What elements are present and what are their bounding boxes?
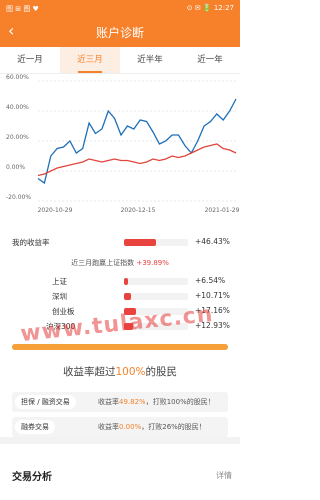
section-divider xyxy=(0,437,240,444)
index-label: 上证 xyxy=(52,277,67,286)
trade-analysis-title: 交易分析 xyxy=(12,472,52,483)
y-tick-label: -20.00% xyxy=(6,194,31,201)
benchmark-text: 近三月跑赢上证指数 +39.89% xyxy=(0,258,240,268)
status-bar: 图 ⊞ 图 ♥ ⊙ ✉ 🔋 12:27 xyxy=(0,0,240,17)
margin-trade-pill: 担保 / 融资交易 xyxy=(15,395,76,409)
index-row: 深圳 +10.71% xyxy=(0,291,240,303)
index-value: +6.54% xyxy=(195,276,226,285)
status-right: ⊙ ✉ 🔋 12:27 xyxy=(186,4,234,12)
index-track xyxy=(124,278,188,285)
benchmark-prefix: 近三月跑赢上证指数 xyxy=(71,259,135,267)
index-label: 深圳 xyxy=(52,292,67,301)
beat-text: 收益率超过100%的股民 xyxy=(0,364,240,379)
tab-6m[interactable]: 近半年 xyxy=(120,47,180,73)
y-tick-label: 20.00% xyxy=(6,134,29,141)
tab-1y[interactable]: 近一年 xyxy=(180,47,240,73)
y-tick-label: 60.00% xyxy=(6,74,29,81)
beat-prefix: 收益率超过 xyxy=(62,366,116,378)
index-bar xyxy=(124,293,132,300)
my-return-bar xyxy=(124,239,156,246)
tab-3m[interactable]: 近三月 xyxy=(60,47,120,73)
index-value: +10.71% xyxy=(195,291,230,300)
page-title: 账户诊断 xyxy=(95,26,144,40)
index-row: 上证 +6.54% xyxy=(0,276,240,288)
desc-prefix: 收益率 xyxy=(98,398,119,406)
desc-suffix: ，打败100%的股民！ xyxy=(145,398,215,406)
y-tick-label: 40.00% xyxy=(6,104,29,111)
margin-trade-desc: 收益率49.82%，打败100%的股民！ xyxy=(98,397,215,407)
period-tabs: 近一月 近三月 近半年 近一年 xyxy=(0,47,240,74)
beat-percent: 100% xyxy=(115,366,146,378)
beat-progress-bar xyxy=(12,344,228,350)
short-sell-pill: 融券交易 xyxy=(15,420,55,434)
y-tick-label: 0.00% xyxy=(6,164,25,171)
x-tick-label: 2020-10-29 xyxy=(38,207,73,214)
my-return-label: 我的收益率 xyxy=(12,238,50,247)
desc-value: 49.82% xyxy=(119,398,146,406)
details-link[interactable]: 详情 xyxy=(216,470,232,481)
desc-suffix: ，打败26%的股民！ xyxy=(141,423,206,431)
index-track xyxy=(124,293,188,300)
x-tick-label: 2021-01-29 xyxy=(205,207,240,214)
margin-trade-card[interactable]: 担保 / 融资交易 收益率49.82%，打败100%的股民！ xyxy=(12,392,228,412)
short-sell-desc: 收益率0.00%，打败26%的股民！ xyxy=(98,422,206,432)
my-return-row: 我的收益率 +46.43% xyxy=(0,237,240,249)
short-sell-card[interactable]: 融券交易 收益率0.00%，打败26%的股民！ xyxy=(12,417,228,437)
return-chart: 60.00% 40.00% 20.00% 0.00% -20.00% 2020-10-29… xyxy=(6,74,240,214)
status-left: 图 ⊞ 图 ♥ xyxy=(6,5,39,13)
beat-suffix: 的股民 xyxy=(145,366,178,378)
tab-1m[interactable]: 近一月 xyxy=(0,47,60,73)
my-return-value: +46.43% xyxy=(195,237,230,246)
desc-value: 0.00% xyxy=(119,423,142,431)
benchmark-value: +39.89% xyxy=(136,259,169,267)
desc-prefix: 收益率 xyxy=(98,423,119,431)
index-label: 创业板 xyxy=(52,307,75,316)
x-tick-label: 2020-12-15 xyxy=(121,207,156,214)
beat-progress-fill xyxy=(12,344,228,350)
title-bar: ‹ 账户诊断 xyxy=(0,17,240,47)
